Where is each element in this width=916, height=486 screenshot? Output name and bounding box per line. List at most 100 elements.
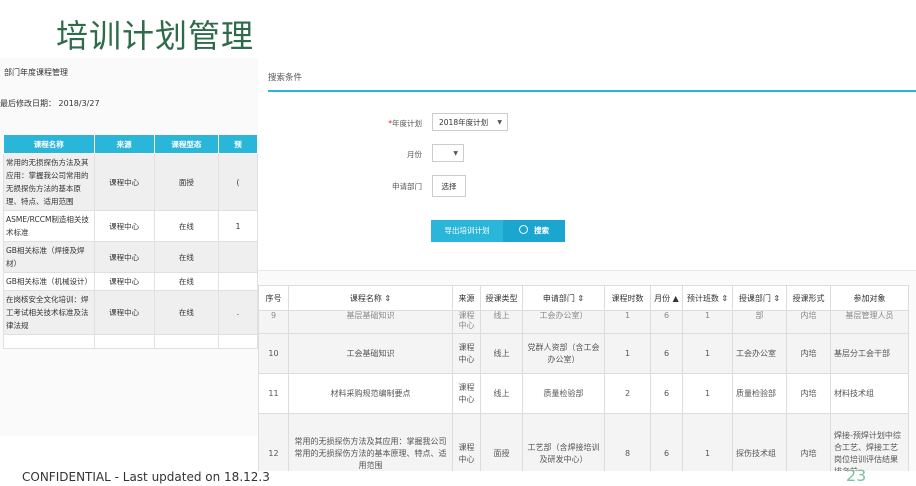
source-cell: 课程中心 (452, 413, 481, 471)
apply-dept-cell: 工艺部（含焊接培训及研发中心） (522, 413, 605, 471)
teach-type-cell: 线上 (480, 333, 523, 374)
classes-cell: 1 (682, 373, 733, 414)
col-hours[interactable]: 课程时数 (604, 285, 651, 311)
dept-label: 申请部门 (392, 182, 422, 191)
month-select[interactable]: ▼ (432, 144, 464, 162)
table-row[interactable]: 11 材料采购规范编制要点 课程中心 线上 质量检验部 2 6 1 质量检验部 … (258, 373, 909, 414)
export-plan-button[interactable]: 导出培训计划 (431, 220, 503, 242)
course-name-cell: 工会基础知识 (288, 333, 453, 374)
col-teach-form[interactable]: 授课形式 (786, 285, 831, 311)
source-cell: 课程中心 (93, 210, 155, 242)
type-cell: 在线 (153, 241, 219, 273)
source-cell: 课程中心 (452, 333, 481, 374)
source-cell: 课程中心 (93, 153, 155, 211)
table-row[interactable]: GB相关标准（机械设计） 课程中心 在线 (3, 272, 258, 291)
results-panel: 序号 课程名称 ⇕ 来源 授课类型 申请部门 ⇕ 课程时数 月份 ▲ 预计班数 … (258, 270, 916, 471)
col-course-name[interactable]: 课程名称 ⇕ (288, 285, 453, 311)
course-name-cell: GB相关标准（机械设计） (3, 272, 95, 291)
course-name-cell: 常用的无损探伤方法及其应用：掌握我公司常用的无损探伤方法的基本原理、特点、适用范… (3, 153, 95, 211)
estimated-cell (217, 272, 258, 291)
search-button-label: 搜索 (534, 226, 549, 235)
apply-dept-cell: 质量检验部 (522, 373, 605, 414)
col-month[interactable]: 月份 ▲ (650, 285, 683, 311)
col-teach-dept[interactable]: 授课部门 ⇕ (732, 285, 787, 311)
teach-type-cell: 线上 (480, 310, 523, 334)
table-row[interactable]: 12 常用的无损探伤方法及其应用：掌握我公司常用的无损探伤方法的基本原理、特点、… (258, 413, 909, 471)
col-apply-dept[interactable]: 申请部门 ⇕ (522, 285, 605, 311)
type-cell (153, 334, 219, 349)
table-row[interactable]: 在岗核安全文化培训：焊工考试相关技术标准及法律法规 课程中心 在线 . (3, 290, 258, 335)
source-cell: 课程中心 (452, 310, 481, 334)
teach-form-cell: 内培 (786, 413, 831, 471)
search-panel-title: 搜索条件 (268, 73, 303, 83)
col-course-type[interactable]: 课程型态 (153, 134, 219, 154)
seq-cell: 9 (258, 310, 289, 334)
apply-dept-cell: 工会办公室） (522, 310, 605, 334)
type-cell: 在线 (153, 272, 219, 291)
estimated-cell (217, 334, 258, 349)
col-participants[interactable]: 参加对象 (830, 285, 909, 311)
teach-dept-cell: 质量检验部 (732, 373, 787, 414)
results-table: 序号 课程名称 ⇕ 来源 授课类型 申请部门 ⇕ 课程时数 月份 ▲ 预计班数 … (258, 285, 909, 471)
classes-cell: 1 (682, 413, 733, 471)
type-cell: 在线 (153, 210, 219, 242)
course-name-cell (3, 334, 95, 349)
table-row[interactable]: GB相关标准（焊接及焊材） 课程中心 在线 (3, 241, 258, 273)
slide-title: 培训计划管理 (56, 17, 255, 55)
source-cell: 课程中心 (93, 241, 155, 273)
col-seq[interactable]: 序号 (258, 285, 289, 311)
course-name-cell: 常用的无损探伤方法及其应用：掌握我公司常用的无损探伤方法的基本原理、特点、适用范… (288, 413, 453, 471)
table-row[interactable]: 9 基层基础知识 课程中心 线上 工会办公室） 1 6 1 部 内培 基层管理人… (258, 310, 909, 334)
type-cell: 在线 (153, 290, 219, 335)
year-plan-label: *年度计划 (322, 118, 422, 129)
chevron-down-icon: ▼ (497, 119, 502, 126)
col-estimated[interactable]: 预 (217, 134, 258, 154)
search-icon (519, 225, 528, 234)
col-classes[interactable]: 预计班数 ⇕ (682, 285, 733, 311)
classes-cell: 1 (682, 333, 733, 374)
source-cell: 课程中心 (93, 272, 155, 291)
estimated-cell: 1 (217, 210, 258, 242)
estimated-cell (217, 241, 258, 273)
participants-cell: 基层分工会干部 (830, 333, 909, 374)
dept-course-header: 部门年度课程管理 (4, 68, 68, 77)
page-number: 23 (846, 466, 867, 485)
seq-cell: 12 (258, 413, 289, 471)
search-button[interactable]: 搜索 (503, 220, 565, 242)
teach-dept-cell: 工会办公室 (732, 333, 787, 374)
estimated-cell: ( (217, 153, 258, 211)
classes-cell: 1 (682, 310, 733, 334)
hours-cell: 8 (604, 413, 651, 471)
month-label: 月份 (407, 150, 422, 159)
table-row[interactable]: ASME/RCCM制造相关技术标准 课程中心 在线 1 (3, 210, 258, 242)
last-modified-date: 最后修改日期： 2018/3/27 (0, 99, 100, 108)
table-row[interactable] (3, 334, 258, 349)
search-panel: 搜索条件 *年度计划 2018年度计划 ▼ 月份 ▼ 申请部门 选择 导出培训计… (258, 58, 916, 270)
col-course-name[interactable]: 课程名称 (3, 134, 95, 154)
table-row[interactable]: 10 工会基础知识 课程中心 线上 党群人资部（含工会办公室） 1 6 1 工会… (258, 333, 909, 374)
hours-cell: 2 (604, 373, 651, 414)
year-plan-value: 2018年度计划 (439, 118, 489, 127)
col-teach-type[interactable]: 授课类型 (480, 285, 523, 311)
teach-form-cell: 内培 (786, 373, 831, 414)
course-name-cell: 材料采购规范编制要点 (288, 373, 453, 414)
hours-cell: 1 (604, 310, 651, 334)
chevron-down-icon: ▼ (453, 150, 458, 157)
month-cell: 6 (650, 373, 683, 414)
year-plan-select[interactable]: 2018年度计划 ▼ (432, 113, 508, 131)
type-cell: 面授 (153, 153, 219, 211)
year-plan-label-text: 年度计划 (392, 119, 422, 128)
teach-form-cell: 内培 (786, 310, 831, 334)
dept-course-table: 课程名称 来源 课程型态 预 常用的无损探伤方法及其应用：掌握我公司常用的无损探… (3, 134, 258, 349)
source-cell: 课程中心 (452, 373, 481, 414)
dept-course-panel: 部门年度课程管理 最后修改日期： 2018/3/27 课程名称 来源 课程型态 … (0, 58, 259, 436)
col-source[interactable]: 来源 (452, 285, 481, 311)
col-source[interactable]: 来源 (93, 134, 155, 154)
month-cell: 6 (650, 310, 683, 334)
table-row[interactable]: 常用的无损探伤方法及其应用：掌握我公司常用的无损探伤方法的基本原理、特点、适用范… (3, 153, 258, 211)
course-name-cell: 在岗核安全文化培训：焊工考试相关技术标准及法律法规 (3, 290, 95, 335)
select-dept-button[interactable]: 选择 (432, 175, 466, 197)
search-panel-divider (268, 90, 916, 92)
course-name-cell: ASME/RCCM制造相关技术标准 (3, 210, 95, 242)
participants-cell: 材料技术组 (830, 373, 909, 414)
